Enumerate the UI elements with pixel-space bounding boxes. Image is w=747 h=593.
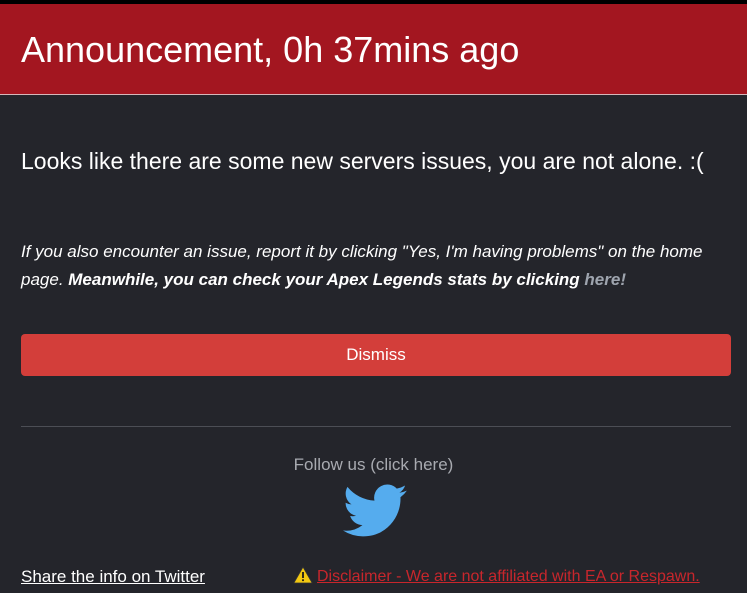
- disclaimer-link[interactable]: Disclaimer - We are not affiliated with …: [317, 568, 700, 585]
- details-bold-text: Meanwhile, you can check your Apex Legen…: [68, 270, 585, 289]
- modal-header: Announcement, 0h 37mins ago: [0, 4, 747, 95]
- announcement-headline: Looks like there are some new servers is…: [21, 148, 704, 174]
- announcement-modal: Announcement, 0h 37mins ago Looks like t…: [0, 4, 747, 593]
- announcement-title: Announcement, 0h 37mins ago: [21, 29, 520, 70]
- warning-triangle-icon: [293, 566, 313, 584]
- stats-here-link[interactable]: here!: [584, 270, 626, 289]
- twitter-bird-icon: [343, 484, 407, 537]
- twitter-follow-button[interactable]: [343, 484, 407, 538]
- divider: [21, 426, 731, 427]
- share-on-twitter-link[interactable]: Share the info on Twitter: [21, 566, 205, 588]
- announcement-details: If you also encounter an issue, report i…: [21, 238, 733, 294]
- disclaimer: Disclaimer - We are not affiliated with …: [293, 566, 700, 588]
- follow-us-link[interactable]: Follow us (click here): [0, 454, 747, 476]
- dismiss-button[interactable]: Dismiss: [21, 334, 731, 376]
